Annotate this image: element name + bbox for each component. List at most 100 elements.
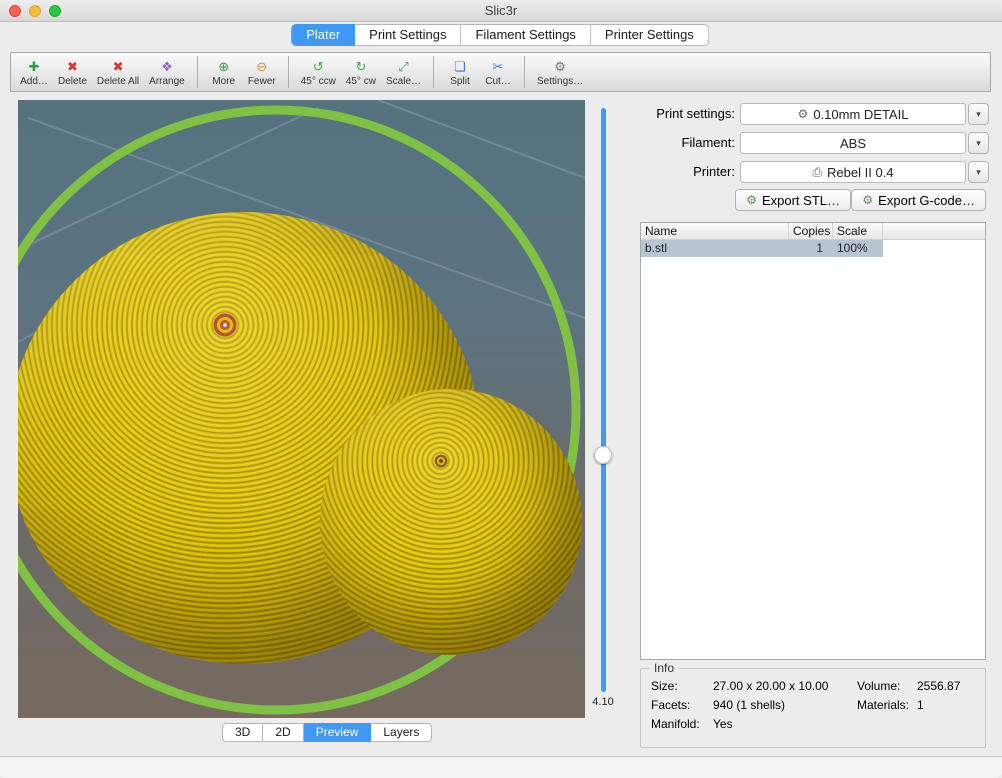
printer-dropdown-button[interactable]: ▾ bbox=[968, 161, 989, 183]
delete-button[interactable]: ✖ Delete bbox=[53, 53, 92, 91]
toolbar-separator bbox=[197, 56, 198, 88]
row-scale-cell: 100% bbox=[833, 240, 883, 257]
tab-print-settings[interactable]: Print Settings bbox=[355, 24, 461, 46]
export-gcode-button[interactable]: ⚙ Export G-code… bbox=[851, 189, 986, 211]
row-copies-cell: 1 bbox=[789, 240, 833, 257]
traffic-lights bbox=[9, 5, 61, 17]
column-header-name[interactable]: Name bbox=[641, 223, 789, 239]
rotate-cw-button[interactable]: ↻ 45° cw bbox=[341, 53, 381, 91]
export-gcode-icon: ⚙ bbox=[862, 193, 873, 207]
print-settings-value: 0.10mm DETAIL bbox=[813, 107, 908, 122]
rotate-ccw-label: 45° ccw bbox=[301, 76, 336, 87]
volume-value: 2556.87 bbox=[917, 679, 960, 693]
column-header-copies[interactable]: Copies bbox=[789, 223, 833, 239]
row-name-cell: b.stl bbox=[641, 240, 789, 257]
object-table-header: Name Copies Scale bbox=[641, 223, 985, 240]
rotate-ccw-icon: ↺ bbox=[313, 59, 324, 74]
size-label: Size: bbox=[651, 679, 678, 693]
print-settings-dropdown-button[interactable]: ▾ bbox=[968, 103, 989, 125]
facets-value: 940 (1 shells) bbox=[713, 698, 785, 712]
export-gcode-label: Export G-code… bbox=[878, 193, 975, 208]
printer-icon: ⎙ bbox=[812, 165, 822, 180]
cut-label: Cut… bbox=[485, 76, 511, 87]
add-icon: ✚ bbox=[29, 59, 40, 74]
rotate-ccw-button[interactable]: ↺ 45° ccw bbox=[296, 53, 341, 91]
more-icon: ⊕ bbox=[218, 59, 229, 74]
fewer-label: Fewer bbox=[248, 76, 276, 87]
view-tab-preview[interactable]: Preview bbox=[304, 723, 372, 742]
materials-value: 1 bbox=[917, 698, 924, 712]
more-label: More bbox=[212, 76, 235, 87]
minimize-button[interactable] bbox=[29, 5, 41, 17]
arrange-icon: ❖ bbox=[161, 59, 173, 74]
printer-label: Printer: bbox=[535, 161, 735, 183]
info-title: Info bbox=[649, 661, 679, 675]
add-button[interactable]: ✚ Add… bbox=[15, 53, 53, 91]
column-header-scale[interactable]: Scale bbox=[833, 223, 883, 239]
tab-filament-settings[interactable]: Filament Settings bbox=[461, 24, 590, 46]
filament-dropdown-button[interactable]: ▾ bbox=[968, 132, 989, 154]
rotate-cw-icon: ↻ bbox=[355, 59, 366, 74]
layer-slider-thumb[interactable] bbox=[594, 446, 612, 464]
preview-viewport[interactable] bbox=[18, 100, 585, 718]
manifold-value: Yes bbox=[713, 717, 733, 731]
object-list-table[interactable]: Name Copies Scale b.stl 1 100% bbox=[640, 222, 986, 660]
print-settings-label: Print settings: bbox=[535, 103, 735, 125]
scale-button[interactable]: ⤢ Scale… bbox=[381, 53, 426, 91]
zoom-button[interactable] bbox=[49, 5, 61, 17]
filament-combo[interactable]: ABS bbox=[740, 132, 966, 154]
view-tab-layers[interactable]: Layers bbox=[371, 723, 432, 742]
plater-toolbar: ✚ Add… ✖ Delete ✖ Delete All ❖ Arrange ⊕… bbox=[10, 52, 991, 92]
slic3r-window: Slic3r Plater Print Settings Filament Se… bbox=[0, 0, 1002, 778]
delete-all-button[interactable]: ✖ Delete All bbox=[92, 53, 144, 91]
arrange-label: Arrange bbox=[149, 76, 185, 87]
export-stl-icon: ⚙ bbox=[746, 193, 757, 207]
main-tabs: Plater Print Settings Filament Settings … bbox=[291, 24, 709, 46]
close-button[interactable] bbox=[9, 5, 21, 17]
row-filler-cell bbox=[883, 240, 985, 257]
export-stl-button[interactable]: ⚙ Export STL… bbox=[735, 189, 851, 211]
view-tab-2d[interactable]: 2D bbox=[263, 723, 303, 742]
delete-icon: ✖ bbox=[67, 59, 78, 74]
cut-icon: ✂ bbox=[493, 59, 504, 74]
export-stl-label: Export STL… bbox=[762, 193, 840, 208]
titlebar: Slic3r bbox=[0, 0, 1002, 22]
fewer-button[interactable]: ⊖ Fewer bbox=[243, 53, 281, 91]
rotate-cw-label: 45° cw bbox=[346, 76, 376, 87]
delete-all-label: Delete All bbox=[97, 76, 139, 87]
delete-label: Delete bbox=[58, 76, 87, 87]
printer-value: Rebel II 0.4 bbox=[827, 165, 894, 180]
layer-slider-track[interactable] bbox=[601, 108, 606, 692]
tab-printer-settings[interactable]: Printer Settings bbox=[591, 24, 709, 46]
filament-label: Filament: bbox=[535, 132, 735, 154]
add-label: Add… bbox=[20, 76, 48, 87]
scale-icon: ⤢ bbox=[398, 59, 408, 74]
tab-plater[interactable]: Plater bbox=[291, 24, 355, 46]
print-settings-combo[interactable]: ⚙ 0.10mm DETAIL bbox=[740, 103, 966, 125]
printer-combo[interactable]: ⎙ Rebel II 0.4 bbox=[740, 161, 966, 183]
gear-icon: ⚙ bbox=[798, 107, 809, 121]
settings-icon: ⚙ bbox=[554, 59, 566, 74]
toolbar-separator bbox=[524, 56, 525, 88]
settings-label: Settings… bbox=[537, 76, 583, 87]
manifold-label: Manifold: bbox=[651, 717, 700, 731]
object-settings-button[interactable]: ⚙ Settings… bbox=[532, 53, 588, 91]
more-button[interactable]: ⊕ More bbox=[205, 53, 243, 91]
model-sphere-small[interactable] bbox=[320, 389, 582, 655]
window-bottom-strip bbox=[0, 756, 1002, 778]
column-header-filler bbox=[883, 223, 985, 239]
toolbar-separator bbox=[433, 56, 434, 88]
fewer-icon: ⊖ bbox=[256, 59, 267, 74]
volume-label: Volume: bbox=[857, 679, 900, 693]
info-box: Info Size: 27.00 x 20.00 x 10.00 Volume:… bbox=[640, 668, 986, 748]
split-button[interactable]: ❏ Split bbox=[441, 53, 479, 91]
arrange-button[interactable]: ❖ Arrange bbox=[144, 53, 190, 91]
split-icon: ❏ bbox=[454, 59, 466, 74]
view-tab-3d[interactable]: 3D bbox=[222, 723, 263, 742]
table-row[interactable]: b.stl 1 100% bbox=[641, 240, 985, 257]
delete-all-icon: ✖ bbox=[113, 59, 124, 74]
view-mode-tabs: 3D 2D Preview Layers bbox=[222, 723, 432, 742]
cut-button[interactable]: ✂ Cut… bbox=[479, 53, 517, 91]
window-title: Slic3r bbox=[0, 0, 1002, 22]
split-label: Split bbox=[450, 76, 469, 87]
